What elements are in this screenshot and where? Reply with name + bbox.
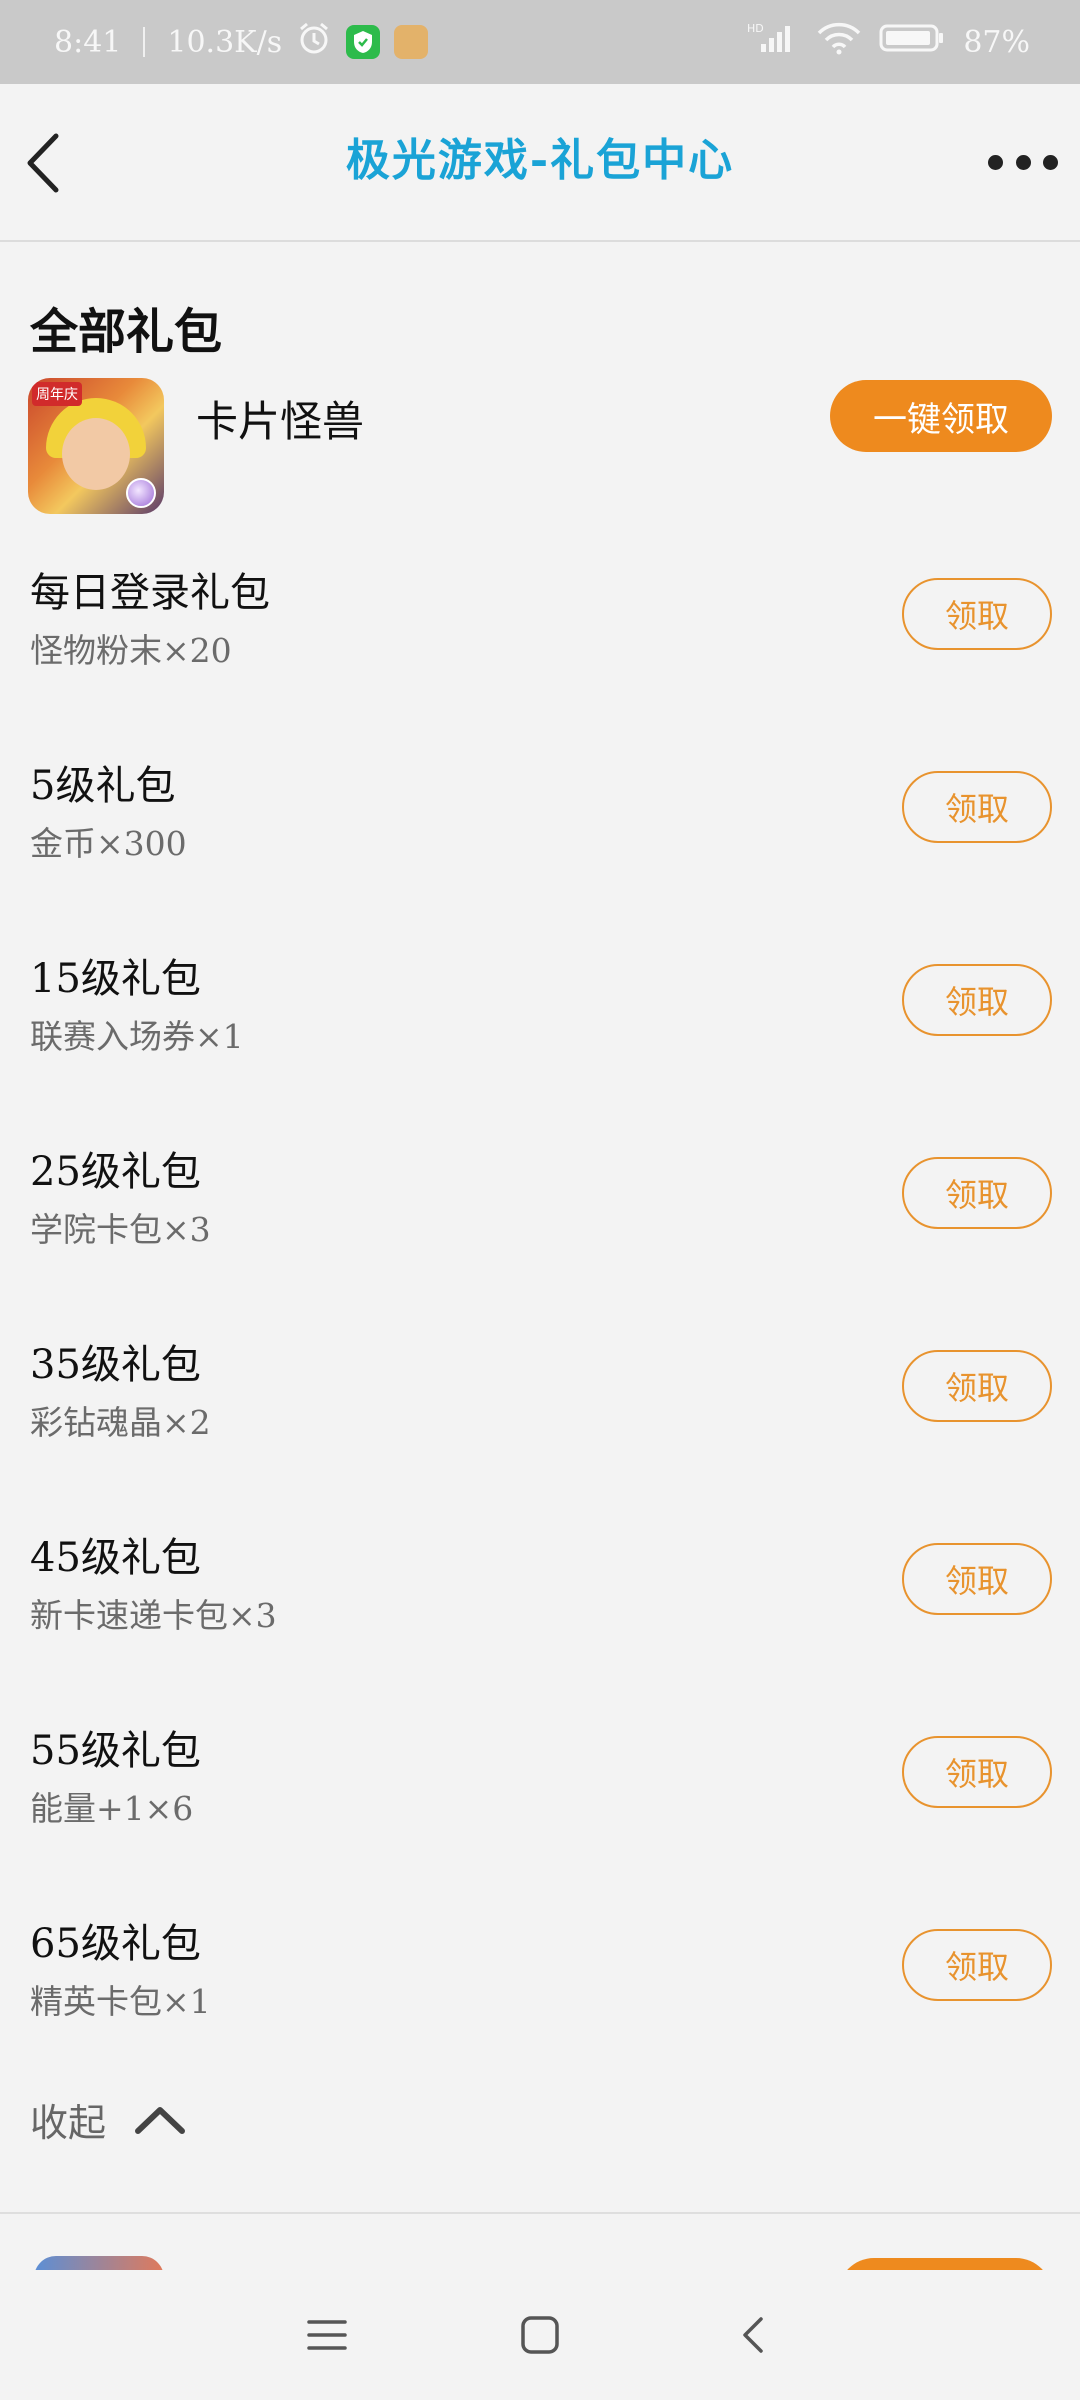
- claim-button[interactable]: 领取: [902, 1736, 1052, 1808]
- gift-name: 15级礼包: [30, 956, 201, 1002]
- page-title: 极光游戏-礼包中心: [345, 135, 735, 186]
- gift-desc: 彩钻魂晶×2: [30, 1403, 211, 1442]
- gift-name: 65级礼包: [30, 1921, 201, 1967]
- status-left: 8:41 10.3K/s: [54, 20, 429, 64]
- gift-name: 35级礼包: [30, 1342, 201, 1388]
- icon-badge: 周年庆: [32, 382, 82, 406]
- game-name: 卡片怪兽: [196, 397, 365, 446]
- claim-button[interactable]: 领取: [902, 771, 1052, 843]
- gift-desc: 能量+1×6: [30, 1789, 194, 1828]
- gift-desc: 学院卡包×3: [30, 1210, 211, 1249]
- claim-button[interactable]: 领取: [902, 1157, 1052, 1229]
- gift-item: 65级礼包 精英卡包×1 领取: [0, 1911, 1080, 2104]
- gift-desc: 新卡速递卡包×3: [30, 1596, 277, 1635]
- menu-button[interactable]: [297, 2305, 357, 2365]
- claim-all-button[interactable]: 一键领取: [830, 380, 1052, 452]
- status-right: HD 87%: [747, 20, 1030, 64]
- battery-icon: [879, 23, 945, 61]
- gift-item: 25级礼包 学院卡包×3 领取: [0, 1139, 1080, 1332]
- gift-desc: 联赛入场券×1: [30, 1017, 244, 1056]
- status-separator: [143, 27, 146, 57]
- gift-desc: 精英卡包×1: [30, 1982, 211, 2021]
- claim-button[interactable]: 领取: [902, 578, 1052, 650]
- menu-icon: [306, 2320, 347, 2350]
- collapse-label: 收起: [30, 2101, 107, 2145]
- gift-item: 15级礼包 联赛入场券×1 领取: [0, 946, 1080, 1139]
- hd-signal-icon: HD: [747, 20, 799, 64]
- gift-item: 每日登录礼包 怪物粉末×20 领取: [0, 560, 1080, 753]
- claim-button[interactable]: 领取: [902, 964, 1052, 1036]
- status-time: 8:41: [54, 24, 122, 60]
- section-title: 全部礼包: [30, 304, 223, 360]
- collapse-toggle[interactable]: 收起: [30, 2092, 186, 2147]
- app-header: 极光游戏-礼包中心: [0, 84, 1080, 242]
- status-bar: 8:41 10.3K/s HD 87%: [0, 0, 1080, 84]
- gift-item: 45级礼包 新卡速递卡包×3 领取: [0, 1525, 1080, 1718]
- gift-name: 每日登录礼包: [30, 570, 270, 616]
- gift-name: 55级礼包: [30, 1728, 201, 1774]
- status-net-speed: 10.3K/s: [167, 24, 283, 60]
- game-app-icon: [394, 25, 429, 59]
- gift-name: 25级礼包: [30, 1149, 201, 1195]
- icon-orb: [126, 478, 156, 508]
- nav-back-button[interactable]: [723, 2305, 783, 2365]
- home-icon: [521, 2316, 559, 2354]
- svg-text:HD: HD: [747, 22, 764, 35]
- gift-item: 5级礼包 金币×300 领取: [0, 753, 1080, 946]
- icon-face: [62, 418, 130, 490]
- gift-desc: 怪物粉末×20: [30, 631, 232, 670]
- gift-name: 5级礼包: [30, 763, 176, 809]
- shield-app-icon: [346, 25, 381, 59]
- back-icon: [743, 2317, 764, 2353]
- chevron-up-icon: [135, 2106, 186, 2134]
- wifi-icon: [817, 21, 861, 63]
- gift-item: 55级礼包 能量+1×6 领取: [0, 1718, 1080, 1911]
- more-dot: [1015, 154, 1031, 170]
- alarm-icon: [296, 20, 332, 64]
- more-dot: [988, 154, 1003, 170]
- gift-desc: 金币×300: [30, 824, 187, 863]
- system-nav-bar: [0, 2270, 1080, 2400]
- gift-item: 35级礼包 彩钻魂晶×2 领取: [0, 1332, 1080, 1525]
- game-icon[interactable]: 周年庆: [28, 378, 164, 514]
- more-dot: [1043, 154, 1058, 170]
- more-button[interactable]: [988, 142, 1058, 182]
- game-row: 周年庆 卡片怪兽 一键领取: [28, 378, 1052, 514]
- home-button[interactable]: [510, 2305, 570, 2365]
- claim-button[interactable]: 领取: [902, 1350, 1052, 1422]
- gift-list: 每日登录礼包 怪物粉末×20 领取 5级礼包 金币×300 领取 15级礼包 联…: [0, 560, 1080, 2104]
- divider: [0, 2212, 1080, 2214]
- claim-button[interactable]: 领取: [902, 1929, 1052, 2001]
- claim-button[interactable]: 领取: [902, 1543, 1052, 1615]
- gift-name: 45级礼包: [30, 1535, 201, 1581]
- battery-percent: 87%: [963, 24, 1030, 60]
